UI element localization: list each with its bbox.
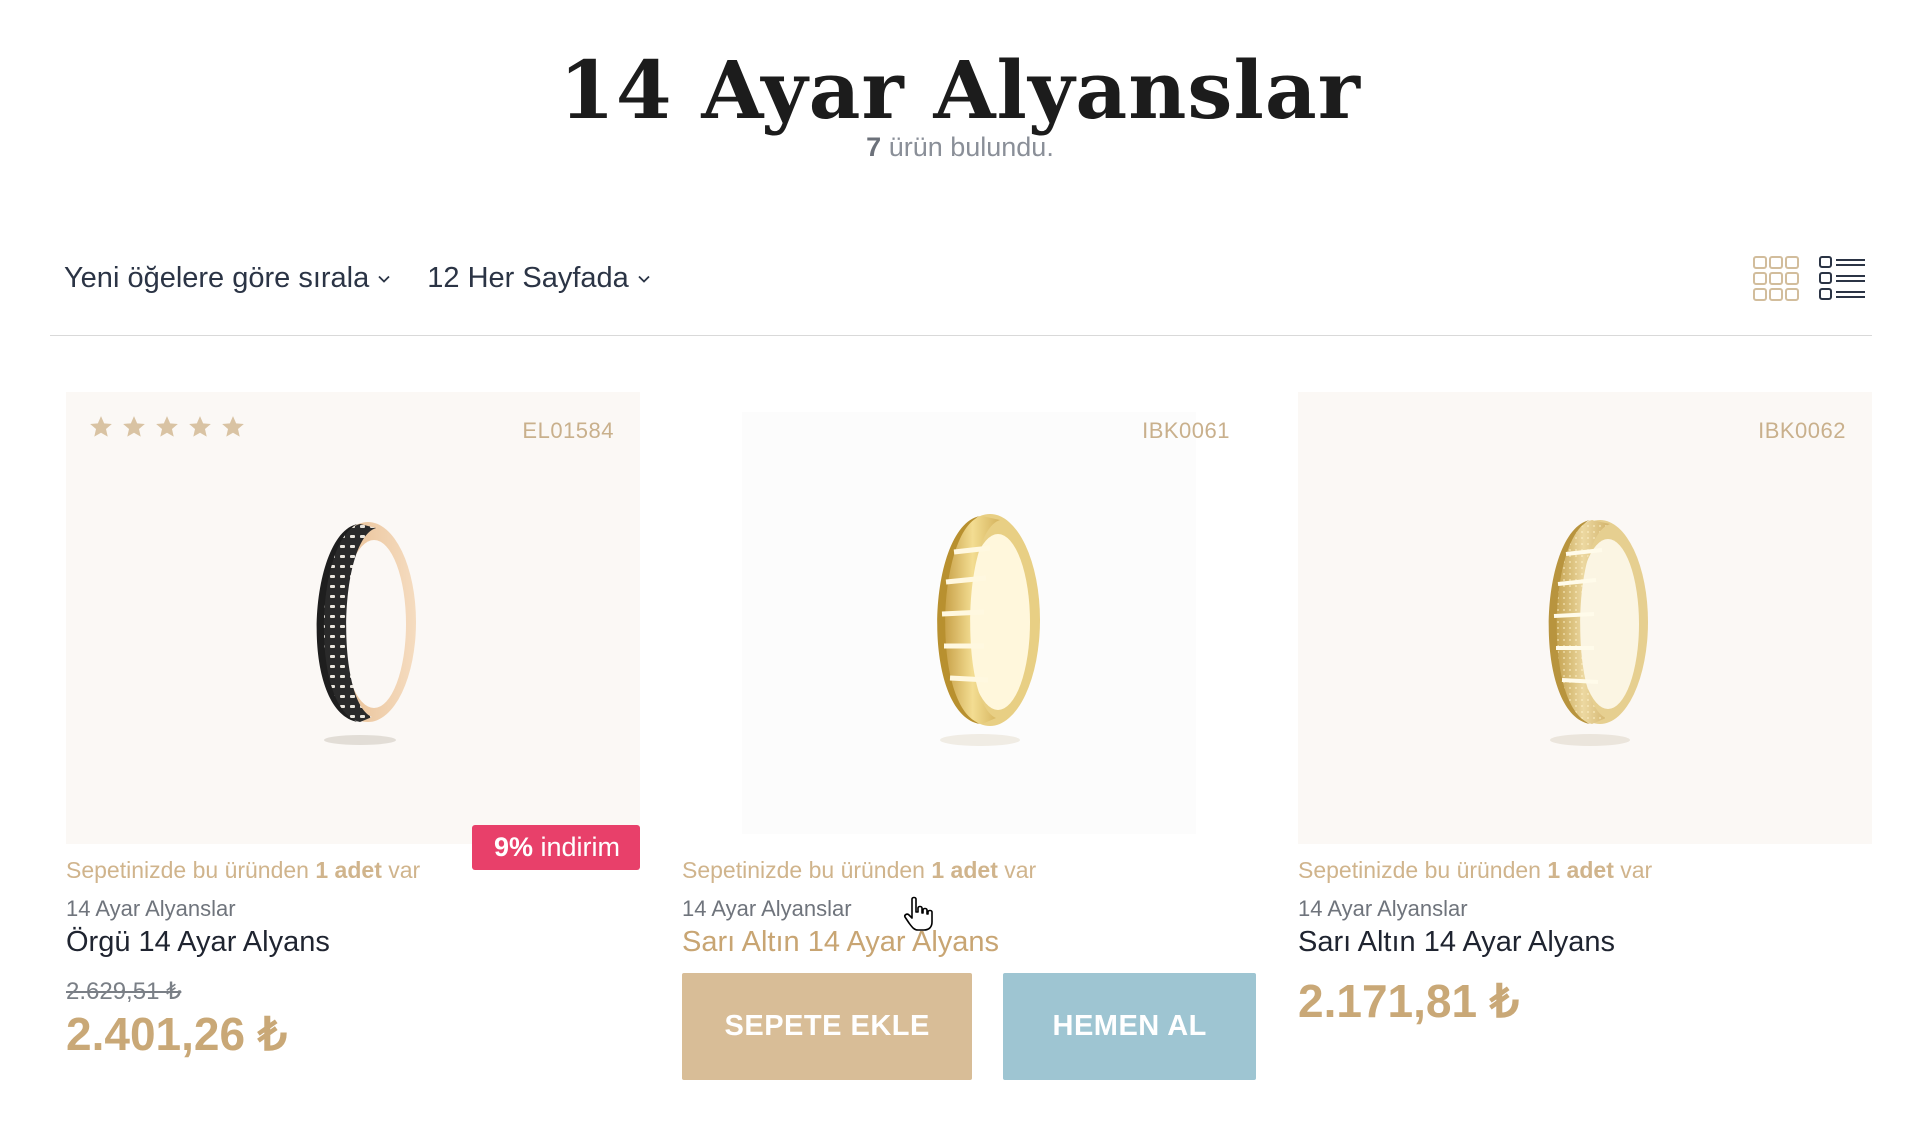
product-image[interactable]: IBK0062: [1298, 392, 1872, 844]
cart-note: Sepetinizde bu üründen 1 adet var: [682, 857, 1256, 884]
sort-dropdown[interactable]: Yeni öğelere göre sırala: [64, 262, 391, 295]
buy-now-button[interactable]: HEMEN AL: [1003, 973, 1256, 1080]
cart-note-suffix: var: [381, 857, 421, 883]
star-icon: [189, 416, 211, 437]
star-icon: [90, 416, 112, 437]
product-sku: IBK0061: [1142, 418, 1230, 443]
product-name[interactable]: Sarı Altın 14 Ayar Alyans: [682, 926, 1256, 959]
ring-image: [1548, 520, 1648, 746]
list-view-icon: [1819, 256, 1865, 300]
ring-image: [316, 522, 416, 745]
product-price: 2.171,81 ₺: [1298, 975, 1520, 1027]
product-sku: IBK0062: [1758, 418, 1846, 443]
cart-note-prefix: Sepetinizde bu üründen: [66, 857, 316, 883]
product-name[interactable]: Sarı Altın 14 Ayar Alyans: [1298, 926, 1872, 959]
product-category[interactable]: 14 Ayar Alyanslar: [66, 896, 640, 922]
product-sku: EL01584: [522, 418, 614, 443]
add-to-cart-button[interactable]: SEPETE EKLE: [682, 973, 973, 1080]
cart-note-suffix: var: [997, 857, 1037, 883]
discount-badge: 9% indirim: [471, 825, 640, 870]
product-category[interactable]: 14 Ayar Alyanslar: [682, 896, 1256, 922]
cart-note-prefix: Sepetinizde bu üründen: [1298, 857, 1548, 883]
result-count: 7 ürün bulundu.: [0, 132, 1920, 163]
grid-view-icon: [1753, 256, 1799, 301]
ring-image: [937, 514, 1040, 746]
per-page-dropdown-label: 12 Her Sayfada: [427, 262, 629, 294]
result-count-number: 7: [866, 132, 882, 162]
product-old-price: 2.629,51 ₺: [66, 978, 182, 1005]
cart-note-qty: 1 adet: [315, 857, 382, 883]
grid-view-button[interactable]: [1752, 255, 1800, 303]
product-image[interactable]: EL01584: [66, 392, 640, 844]
list-view-button[interactable]: [1818, 255, 1866, 303]
product-image[interactable]: IBK0061: [682, 392, 1256, 844]
toolbar-divider: [50, 335, 1872, 336]
cart-note-suffix: var: [1613, 857, 1653, 883]
chevron-down-icon: [638, 275, 650, 283]
product-card: EL01584 9% indirim Sepetinizde bu üründe…: [66, 392, 640, 1062]
product-actions: SEPETE EKLE HEMEN AL: [682, 973, 1256, 1080]
cart-note-qty: 1 adet: [1547, 857, 1614, 883]
discount-value: 9%: [493, 832, 533, 862]
star-icon: [156, 416, 178, 437]
product-card: IBK0061 Sepetinizde bu üründen 1 adet va…: [682, 392, 1256, 1080]
star-icon: [123, 416, 145, 437]
cart-note: Sepetinizde bu üründen 1 adet var: [1298, 857, 1872, 884]
sort-dropdown-label: Yeni öğelere göre sırala: [64, 262, 370, 294]
chevron-down-icon: [378, 275, 390, 283]
star-icon: [222, 416, 244, 437]
product-card: IBK0062 Sepetinizde bu üründen 1 adet va…: [1298, 392, 1872, 1029]
cart-note-qty: 1 adet: [931, 857, 998, 883]
product-price: 2.401,26 ₺: [66, 1008, 288, 1060]
page-title: 14 Ayar Alyanslar: [559, 43, 1361, 137]
result-count-text: ürün bulundu.: [881, 132, 1054, 162]
discount-text: indirim: [532, 832, 620, 862]
cart-note-prefix: Sepetinizde bu üründen: [682, 857, 932, 883]
product-category[interactable]: 14 Ayar Alyanslar: [1298, 896, 1872, 922]
toolbar: Yeni öğelere göre sırala 12 Her Sayfada: [64, 262, 651, 295]
hand-cursor-icon: [904, 896, 933, 931]
per-page-dropdown[interactable]: 12 Her Sayfada: [427, 262, 651, 295]
product-name[interactable]: Örgü 14 Ayar Alyans: [66, 926, 640, 959]
rating-stars: [88, 414, 246, 440]
